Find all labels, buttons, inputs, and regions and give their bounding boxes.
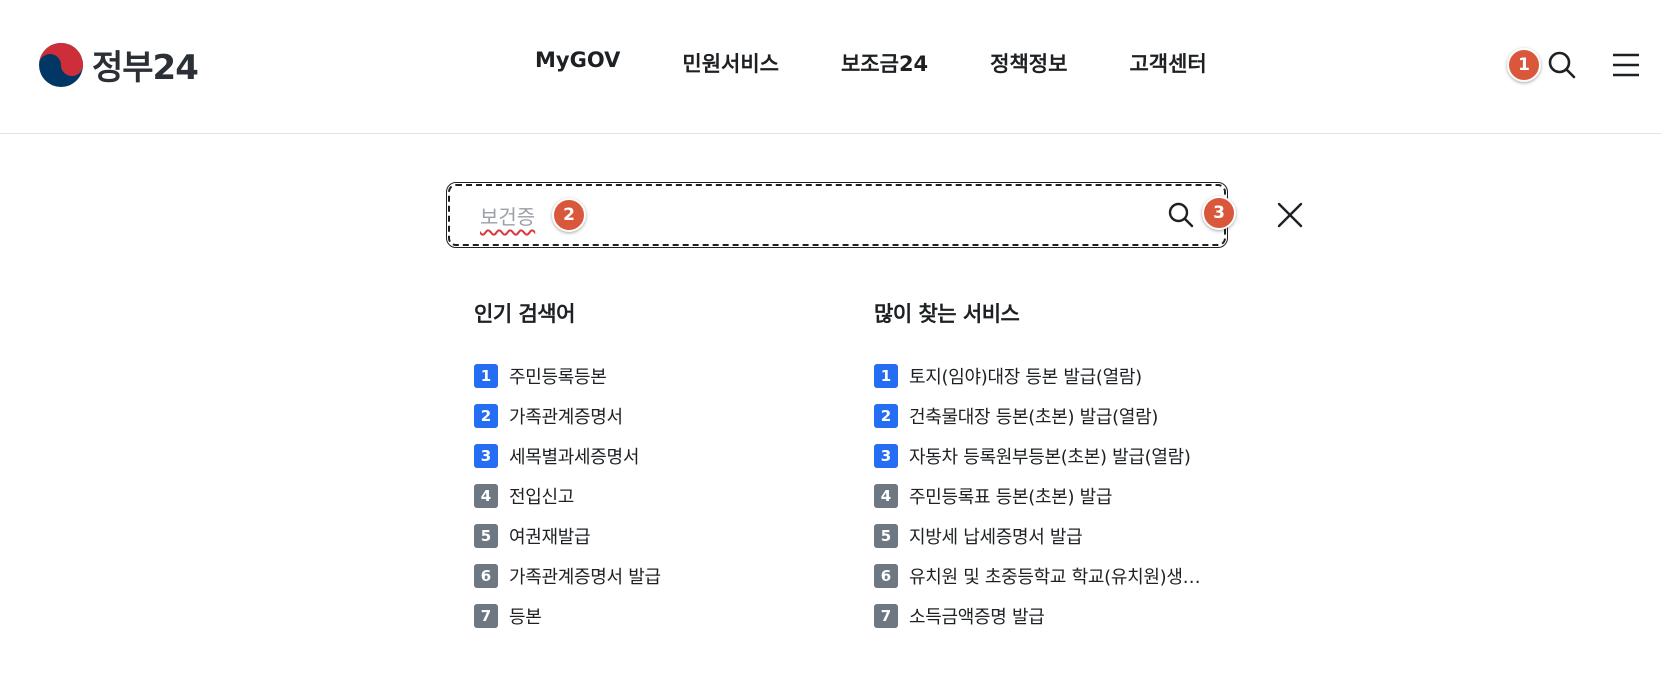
list-item[interactable]: 4 주민등록표 등본(초본) 발급 — [874, 476, 1226, 516]
header-menu-button[interactable] — [1609, 48, 1643, 82]
popular-keywords-section: 인기 검색어 1 주민등록등본 2 가족관계증명서 3 세목별과세증명서 4 전입신고 … — [474, 298, 834, 636]
keyword-label: 전입신고 — [509, 487, 575, 508]
site-header: 정부24 MyGOV 민원서비스 보조금24 정책정보 고객센터 1 — [0, 0, 1661, 134]
list-item[interactable]: 7 등본 — [474, 596, 834, 636]
service-label: 토지(임야)대장 등본 발급(열람) — [909, 367, 1142, 388]
close-icon — [1274, 199, 1306, 231]
logo-text: 정부24 — [92, 48, 199, 88]
list-item[interactable]: 3 세목별과세증명서 — [474, 436, 834, 476]
search-icon — [1545, 48, 1579, 82]
annotation-marker-1: 1 — [1507, 48, 1541, 82]
keyword-label: 가족관계증명서 발급 — [509, 567, 661, 588]
search-submit-button[interactable] — [1166, 200, 1196, 230]
rank-badge: 4 — [474, 484, 498, 508]
rank-badge: 5 — [474, 524, 498, 548]
header-utilities: 1 — [1491, 48, 1661, 88]
list-item[interactable]: 1 토지(임야)대장 등본 발급(열람) — [874, 356, 1226, 396]
hamburger-menu-icon — [1609, 48, 1643, 82]
keyword-label: 세목별과세증명서 — [509, 447, 640, 468]
rank-badge: 3 — [474, 444, 498, 468]
rank-badge: 5 — [874, 524, 898, 548]
list-item[interactable]: 6 유치원 및 초중등학교 학교(유치원)생… — [874, 556, 1226, 596]
frequent-services-section: 많이 찾는 서비스 1 토지(임야)대장 등본 발급(열람) 2 건축물대장 등본(… — [874, 298, 1226, 636]
service-label: 유치원 및 초중등학교 학교(유치원)생… — [909, 567, 1201, 588]
list-item[interactable]: 1 주민등록등본 — [474, 356, 834, 396]
list-item[interactable]: 2 가족관계증명서 — [474, 396, 834, 436]
rank-badge: 6 — [474, 564, 498, 588]
rank-badge: 3 — [874, 444, 898, 468]
list-item[interactable]: 6 가족관계증명서 발급 — [474, 556, 834, 596]
annotation-marker-2: 2 — [552, 198, 586, 232]
rank-badge: 7 — [474, 604, 498, 628]
header-search-button[interactable] — [1545, 48, 1579, 82]
search-close-button[interactable] — [1274, 199, 1306, 231]
frequent-services-list: 1 토지(임야)대장 등본 발급(열람) 2 건축물대장 등본(초본) 발급(열람)… — [874, 356, 1226, 636]
nav-item-subsidy24[interactable]: 보조금24 — [841, 48, 928, 78]
service-label: 소득금액증명 발급 — [909, 607, 1045, 628]
popular-keywords-list: 1 주민등록등본 2 가족관계증명서 3 세목별과세증명서 4 전입신고 5 여권재발급 … — [474, 356, 834, 636]
rank-badge: 2 — [474, 404, 498, 428]
list-item[interactable]: 2 건축물대장 등본(초본) 발급(열람) — [874, 396, 1226, 436]
service-label: 자동차 등록원부등본(초본) 발급(열람) — [909, 447, 1191, 468]
rank-badge: 2 — [874, 404, 898, 428]
service-label: 건축물대장 등본(초본) 발급(열람) — [909, 407, 1159, 428]
keyword-label: 등본 — [509, 607, 542, 628]
keyword-label: 여권재발급 — [509, 527, 591, 548]
service-label: 주민등록표 등본(초본) 발급 — [909, 487, 1113, 508]
rank-badge: 6 — [874, 564, 898, 588]
list-item[interactable]: 7 소득금액증명 발급 — [874, 596, 1226, 636]
search-box: 보건증 2 3 — [446, 182, 1236, 248]
keyword-label: 주민등록등본 — [509, 367, 607, 388]
list-item[interactable]: 5 지방세 납세증명서 발급 — [874, 516, 1226, 556]
rank-badge: 4 — [874, 484, 898, 508]
list-item[interactable]: 5 여권재발급 — [474, 516, 834, 556]
taegeuk-emblem-icon — [38, 42, 84, 88]
logo-link[interactable]: 정부24 — [38, 40, 199, 89]
rank-badge: 1 — [474, 364, 498, 388]
list-item[interactable]: 4 전입신고 — [474, 476, 834, 516]
annotation-marker-3: 3 — [1202, 196, 1236, 230]
search-icon — [1166, 200, 1196, 230]
list-item[interactable]: 3 자동차 등록원부등본(초본) 발급(열람) — [874, 436, 1226, 476]
nav-item-customer-center[interactable]: 고객센터 — [1129, 48, 1206, 78]
service-label: 지방세 납세증명서 발급 — [909, 527, 1083, 548]
rank-badge: 1 — [874, 364, 898, 388]
rank-badge: 7 — [874, 604, 898, 628]
nav-item-civil-service[interactable]: 민원서비스 — [682, 48, 779, 78]
popular-keywords-title: 인기 검색어 — [474, 302, 575, 326]
keyword-label: 가족관계증명서 — [509, 407, 623, 428]
main-nav: MyGOV 민원서비스 보조금24 정책정보 고객센터 — [535, 48, 1207, 78]
nav-item-mygov[interactable]: MyGOV — [535, 48, 620, 78]
nav-item-policy-info[interactable]: 정책정보 — [990, 48, 1067, 78]
frequent-services-title: 많이 찾는 서비스 — [874, 302, 1020, 326]
